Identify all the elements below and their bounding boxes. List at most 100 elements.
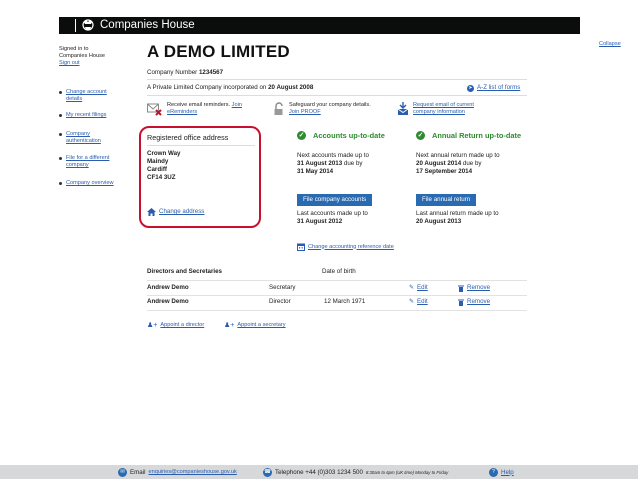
remove-link[interactable]: Remove: [458, 284, 490, 292]
sidebar-item-label-2[interactable]: company: [66, 162, 89, 168]
arrow-circle-icon: ➤: [467, 84, 474, 92]
last-return-label: Last annual return made up to: [416, 210, 499, 217]
incorporation-info: A Private Limited Company incorporated o…: [147, 84, 313, 92]
royal-crest-icon: [82, 19, 94, 31]
divider: [147, 145, 255, 146]
return-due-date: 17 September 2014: [416, 168, 473, 175]
address-line: Crown Way: [147, 150, 181, 157]
officer-role: Secretary: [269, 284, 296, 291]
signed-in-panel: Signed in to Companies House Sign out: [59, 46, 129, 67]
footer-phone-label: Telephone +44 (0)303 1234 500: [275, 468, 363, 476]
sidebar-item-label-2[interactable]: authentication: [66, 138, 101, 144]
appoint-secretary-label[interactable]: Appoint a secretary: [237, 322, 285, 329]
sidebar-item-label-2[interactable]: details: [66, 96, 82, 102]
incorporation-date: 20 August 2008: [268, 84, 314, 91]
footer-help[interactable]: ? Help: [489, 468, 514, 477]
accounts-due-date: 31 May 2014: [297, 168, 334, 175]
sidebar-item-recent-filings[interactable]: My recent filings: [59, 112, 121, 119]
annual-return-last: Last annual return made up to 20 August …: [416, 210, 499, 226]
footer-bar: ✉ Email enquiries@companieshouse.gov.uk …: [0, 465, 638, 479]
last-return-date: 20 August 2013: [416, 218, 462, 225]
officer-dob: 12 March 1971: [324, 298, 366, 305]
footer-phone-hours: 8:30am to 6pm (UK time) Monday to Friday: [365, 469, 449, 475]
address-line: Cardiff: [147, 166, 167, 173]
trash-icon: [458, 285, 464, 292]
change-reference-date-label[interactable]: Change accounting reference date: [308, 244, 394, 251]
collapse-link[interactable]: Collapse: [599, 41, 621, 48]
accounts-next: Next accounts made up to 31 August 2013 …: [297, 152, 407, 176]
table-divider: [147, 280, 527, 281]
az-forms-label[interactable]: A-Z list of forms: [477, 84, 520, 92]
envelope-icon: ✉: [118, 468, 127, 477]
due-by-text: due by: [462, 160, 482, 167]
brand-name[interactable]: Companies House: [100, 18, 195, 33]
accounts-last: Last accounts made up to 31 August 2012: [297, 210, 368, 226]
table-divider: [147, 310, 527, 311]
proof-notice: Safeguard your company details. Join PRO…: [273, 102, 371, 116]
sidebar-item-label[interactable]: Company: [66, 131, 90, 137]
request-email-label[interactable]: Request email of current: [413, 102, 474, 108]
annual-return-next: Next annual return made up to 20 August …: [416, 152, 528, 176]
officer-role: Director: [269, 298, 291, 305]
file-accounts-button[interactable]: File company accounts: [297, 194, 373, 206]
bullet-icon: [59, 114, 62, 117]
sidebar-item-company-overview[interactable]: Company overview: [59, 180, 121, 187]
proof-text: Safeguard your company details.: [289, 102, 371, 108]
change-reference-date-link[interactable]: Change accounting reference date: [297, 243, 394, 251]
edit-label[interactable]: Edit: [417, 298, 428, 306]
address-line: Maindy: [147, 158, 169, 165]
request-email-link[interactable]: Request email of current company informat…: [413, 102, 474, 115]
help-link[interactable]: Help: [501, 469, 514, 477]
divider: [147, 95, 527, 96]
sidebar-item-label[interactable]: Company overview: [66, 180, 114, 187]
incorporation-text: A Private Limited Company incorporated o…: [147, 84, 267, 91]
remove-label[interactable]: Remove: [467, 298, 490, 306]
header-separator: [75, 19, 76, 32]
download-email-icon: [397, 102, 409, 115]
ereminders-link[interactable]: eReminders: [167, 109, 197, 115]
join-link[interactable]: Join: [232, 102, 242, 108]
company-number: Company Number 1234567: [147, 69, 223, 77]
footer-email-link[interactable]: enquiries@companieshouse.gov.uk: [148, 469, 236, 476]
sidebar-item-authentication[interactable]: Company authentication: [59, 131, 121, 145]
sidebar-item-label[interactable]: My recent filings: [66, 112, 106, 119]
registered-office-heading: Registered office address: [147, 133, 229, 142]
sidebar-item-label[interactable]: Change account: [66, 89, 107, 95]
pencil-icon: ✎: [409, 299, 415, 305]
edit-link[interactable]: ✎ Edit: [409, 284, 428, 292]
check-icon: ✓: [297, 131, 306, 140]
add-person-icon: ♟+: [147, 322, 158, 329]
next-return-date: 20 August 2014: [416, 160, 462, 167]
home-icon: [147, 208, 156, 216]
signed-in-line1: Signed in to: [59, 46, 89, 52]
request-email-label-2[interactable]: company information: [413, 109, 465, 115]
edit-link[interactable]: ✎ Edit: [409, 298, 428, 306]
change-address-label[interactable]: Change address: [159, 208, 204, 216]
email-reminder-icon: [147, 103, 162, 116]
remove-link[interactable]: Remove: [458, 298, 490, 306]
remove-label[interactable]: Remove: [467, 284, 490, 292]
due-by-text: due by: [343, 160, 363, 167]
accounts-heading: Accounts up-to-date: [313, 131, 385, 140]
sidebar-item-change-account[interactable]: Change account details: [59, 89, 121, 103]
join-proof-link[interactable]: Join PROOF: [289, 109, 321, 115]
appoint-director-link[interactable]: ♟+ Appoint a director: [147, 322, 204, 329]
edit-label[interactable]: Edit: [417, 284, 428, 292]
signed-in-line2: Companies House: [59, 53, 106, 59]
appoint-secretary-link[interactable]: ♟+ Appoint a secretary: [224, 322, 286, 329]
next-accounts-label: Next accounts made up to: [297, 152, 369, 159]
file-annual-return-button[interactable]: File annual return: [416, 194, 477, 206]
sidebar-item-different-company[interactable]: File for a different company: [59, 155, 121, 169]
appoint-director-label[interactable]: Appoint a director: [160, 322, 204, 329]
request-email-notice: Request email of current company informat…: [397, 102, 474, 116]
address-line: CF14 3UZ: [147, 174, 176, 181]
change-address-link[interactable]: Change address: [147, 208, 204, 216]
sign-out-link[interactable]: Sign out: [59, 60, 80, 66]
bullet-icon: [59, 133, 62, 136]
officers-heading: Directors and Secretaries: [147, 268, 222, 275]
sidebar-item-label[interactable]: File for a different: [66, 155, 109, 161]
check-icon: ✓: [416, 131, 425, 140]
divider: [147, 79, 527, 80]
registered-office-panel: Registered office address Crown Way Main…: [147, 133, 255, 182]
az-forms-link[interactable]: ➤ A-Z list of forms: [467, 84, 520, 92]
